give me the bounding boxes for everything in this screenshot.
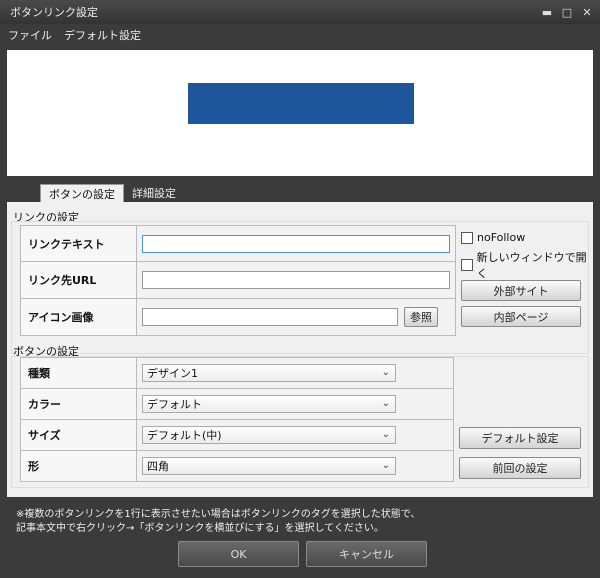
type-select-value: デザイン1 (147, 367, 198, 380)
chevron-down-icon: ⌄ (381, 460, 390, 471)
button-settings-table: 種類 デザイン1 ⌄ カラー デフォルト ⌄ サイズ デフォルト(中) ⌄ 形 … (20, 357, 454, 482)
menu-bar: ファイル デフォルト設定 (0, 24, 600, 46)
link-settings-table: リンクテキスト リンク先URL アイコン画像 参照 (20, 225, 456, 336)
button-link-settings-window: ボタンリンク設定 ▬ □ ✕ ファイル デフォルト設定 ボタンの設定 詳細設定 … (0, 0, 600, 578)
internal-page-button[interactable]: 内部ページ (461, 306, 581, 327)
nofollow-checkbox[interactable]: noFollow (461, 231, 525, 244)
cancel-button[interactable]: キャンセル (306, 541, 427, 567)
link-text-label: リンクテキスト (20, 225, 137, 262)
browse-button[interactable]: 参照 (404, 307, 438, 327)
size-select[interactable]: デフォルト(中) ⌄ (142, 426, 396, 444)
maximize-icon[interactable]: □ (560, 5, 574, 19)
title-bar: ボタンリンク設定 ▬ □ ✕ (0, 0, 600, 24)
previous-settings-button[interactable]: 前回の設定 (459, 457, 581, 479)
new-window-checkbox[interactable]: 新しいウィンドウで開く (461, 249, 593, 281)
close-icon[interactable]: ✕ (580, 5, 594, 19)
link-text-input[interactable] (142, 234, 450, 253)
window-title: ボタンリンク設定 (10, 6, 98, 19)
external-site-button[interactable]: 外部サイト (461, 280, 581, 301)
link-url-label: リンク先URL (20, 261, 137, 299)
type-label: 種類 (20, 357, 137, 389)
size-select-value: デフォルト(中) (147, 429, 222, 442)
button-preview-area (7, 50, 593, 176)
menu-file[interactable]: ファイル (8, 27, 52, 43)
shape-label: 形 (20, 450, 137, 482)
usage-note-line-2: 記事本文中で右クリック→「ボタンリンクを横並びにする」を選択してください。 (16, 523, 384, 534)
color-label: カラー (20, 388, 137, 420)
menu-default-settings[interactable]: デフォルト設定 (64, 27, 141, 43)
chevron-down-icon: ⌄ (381, 398, 390, 409)
size-label: サイズ (20, 419, 137, 451)
usage-note-line-1: ※複数のボタンリンクを1行に表示させたい場合はボタンリンクのタグを選択した状態で… (16, 509, 421, 520)
nofollow-checkbox-box[interactable] (461, 231, 473, 244)
new-window-label: 新しいウィンドウで開く (476, 251, 587, 280)
tab-button-settings[interactable]: ボタンの設定 (40, 184, 124, 202)
nofollow-label: noFollow (477, 231, 526, 244)
type-select[interactable]: デザイン1 ⌄ (142, 364, 396, 382)
tab-strip: ボタンの設定 詳細設定 (40, 184, 184, 202)
default-settings-button[interactable]: デフォルト設定 (459, 427, 581, 449)
tab-panel: リンクの設定 リンクテキスト リンク先URL アイコン画像 参照 noFollo… (7, 202, 593, 497)
icon-image-input[interactable] (142, 308, 398, 326)
chevron-down-icon: ⌄ (381, 367, 390, 378)
new-window-checkbox-box[interactable] (461, 259, 473, 271)
link-url-input[interactable] (142, 271, 450, 289)
window-controls: ▬ □ ✕ (540, 5, 594, 19)
tab-advanced-settings[interactable]: 詳細設定 (124, 184, 184, 202)
icon-image-label: アイコン画像 (20, 298, 137, 336)
preview-button (188, 83, 414, 124)
shape-select-value: 四角 (147, 460, 169, 473)
usage-note: ※複数のボタンリンクを1行に表示させたい場合はボタンリンクのタグを選択した状態で… (16, 508, 420, 536)
chevron-down-icon: ⌄ (381, 429, 390, 440)
shape-select[interactable]: 四角 ⌄ (142, 457, 396, 475)
minimize-icon[interactable]: ▬ (540, 5, 554, 19)
ok-button[interactable]: OK (178, 541, 299, 567)
color-select[interactable]: デフォルト ⌄ (142, 395, 396, 413)
color-select-value: デフォルト (147, 398, 202, 411)
